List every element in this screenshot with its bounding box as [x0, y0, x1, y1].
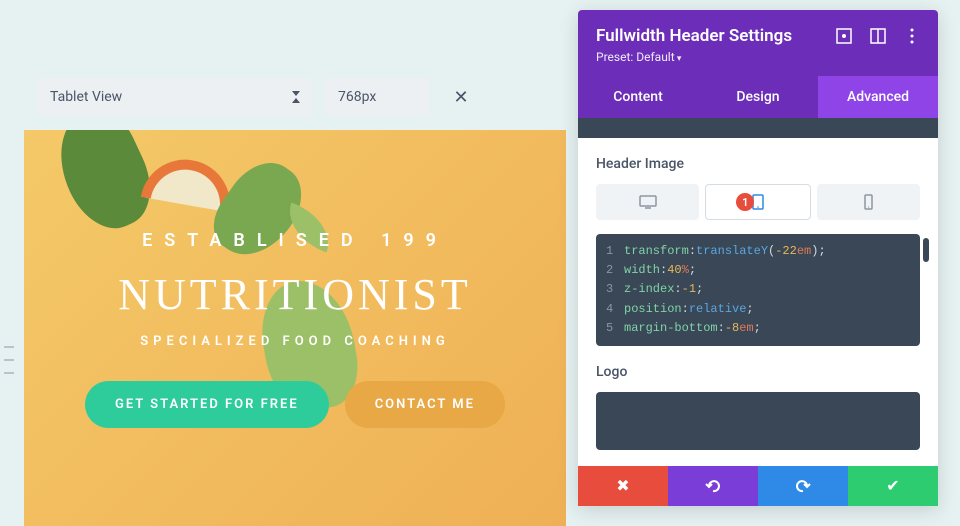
cancel-button[interactable]: ✖	[578, 466, 668, 506]
tab-content[interactable]: Content	[578, 76, 698, 118]
cta-secondary-button[interactable]: CONTACT ME	[345, 381, 505, 428]
tagline-text: SPECIALIZED FOOD COACHING	[24, 334, 566, 349]
width-input[interactable]: 768px	[324, 78, 430, 116]
css-code-editor[interactable]: 1transform:translateY(-22em); 2width:40%…	[596, 234, 920, 346]
device-phone-tab[interactable]	[817, 184, 920, 220]
more-icon[interactable]	[904, 28, 920, 44]
device-tablet-tab[interactable]: 1	[705, 184, 810, 220]
tab-advanced[interactable]: Advanced	[818, 76, 938, 118]
view-dropdown[interactable]: Tablet View	[36, 78, 312, 116]
scrollbar-thumb[interactable]	[923, 238, 929, 262]
panel-title: Fullwidth Header Settings	[596, 26, 792, 46]
logo-code-editor[interactable]	[596, 392, 920, 450]
close-width-icon[interactable]: ✕	[442, 78, 480, 116]
focus-icon[interactable]	[836, 28, 852, 44]
resize-handle[interactable]	[4, 346, 14, 374]
save-button[interactable]: ✔	[848, 466, 938, 506]
tab-design[interactable]: Design	[698, 76, 818, 118]
split-view-icon[interactable]	[870, 28, 886, 44]
brand-title: NUTRITIONIST	[24, 269, 566, 320]
preview-canvas: ESTABLISED 199 NUTRITIONIST SPECIALIZED …	[24, 130, 566, 526]
view-dropdown-label: Tablet View	[50, 89, 122, 105]
redo-button[interactable]	[758, 466, 848, 506]
device-desktop-tab[interactable]	[596, 184, 699, 220]
established-text: ESTABLISED 199	[24, 230, 566, 251]
section-logo-label: Logo	[596, 364, 920, 380]
settings-panel: Fullwidth Header Settings Preset: Defaul…	[578, 10, 938, 506]
cta-primary-button[interactable]: GET STARTED FOR FREE	[85, 381, 329, 428]
section-header-image-label: Header Image	[596, 156, 920, 172]
preset-dropdown[interactable]: Preset: Default	[596, 50, 920, 64]
undo-button[interactable]	[668, 466, 758, 506]
width-value: 768px	[338, 89, 376, 105]
collapsed-code-box[interactable]	[578, 118, 938, 138]
